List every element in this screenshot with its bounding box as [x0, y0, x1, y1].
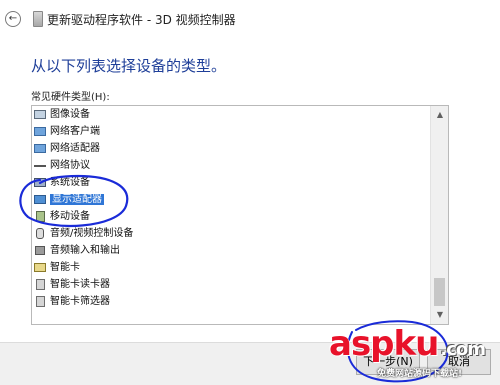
list-item[interactable]: 移动设备 [32, 208, 430, 225]
watermark-brand: asp [329, 324, 395, 364]
scrollbar-thumb[interactable] [434, 278, 445, 306]
list-item[interactable]: 网络协议 [32, 157, 430, 174]
audio-io-icon [35, 246, 45, 255]
smart-card-filter-icon [36, 296, 45, 307]
list-item-label: 音频输入和输出 [50, 245, 120, 256]
list-item-label: 音频/视频控制设备 [50, 228, 134, 239]
list-item[interactable]: 音频/视频控制设备 [32, 225, 430, 242]
list-item-label: 显示适配器 [50, 194, 104, 205]
list-item-label: 系统设备 [50, 177, 90, 188]
smart-card-reader-icon [36, 279, 45, 290]
device-icon [33, 11, 43, 27]
list-item-label: 图像设备 [50, 109, 90, 120]
back-arrow-icon[interactable]: ← [5, 11, 21, 27]
mobile-device-icon [36, 211, 45, 222]
list-item[interactable]: 智能卡 [32, 259, 430, 276]
watermark-tld: .com [440, 339, 486, 360]
list-item[interactable]: 音频输入和输出 [32, 242, 430, 259]
audio-video-controller-icon [36, 228, 44, 239]
smart-card-icon [34, 263, 46, 272]
list-item-label: 网络适配器 [50, 143, 100, 154]
list-item[interactable]: 智能卡筛选器 [32, 293, 430, 310]
list-item[interactable]: 网络适配器 [32, 140, 430, 157]
list-item-label: 智能卡 [50, 262, 80, 273]
list-item-label: 移动设备 [50, 211, 90, 222]
list-item[interactable]: 网络客户端 [32, 123, 430, 140]
hardware-type-list[interactable]: 图像设备 网络客户端 网络适配器 网络协议 系统设备 显示适配器 移动设备 音频… [31, 105, 449, 325]
list-item-label: 网络协议 [50, 160, 90, 171]
network-adapter-icon [34, 144, 46, 153]
list-item[interactable]: 图像设备 [32, 106, 430, 123]
network-client-icon [34, 127, 46, 136]
imaging-device-icon [34, 110, 46, 119]
list-item[interactable]: 智能卡读卡器 [32, 276, 430, 293]
scroll-up-icon[interactable]: ▲ [431, 106, 449, 124]
vertical-scrollbar[interactable]: ▲ ▼ [430, 106, 448, 324]
hardware-type-label: 常见硬件类型(H): [31, 92, 110, 103]
list-item-label: 智能卡读卡器 [50, 279, 110, 290]
watermark-logo: aspku .com [329, 324, 486, 364]
window-title: 更新驱动程序软件 - 3D 视频控制器 [47, 13, 236, 27]
list-item-label: 智能卡筛选器 [50, 296, 110, 307]
network-protocol-icon [34, 165, 46, 167]
list-rows: 图像设备 网络客户端 网络适配器 网络协议 系统设备 显示适配器 移动设备 音频… [32, 106, 430, 324]
scroll-down-icon[interactable]: ▼ [431, 306, 449, 324]
list-item-selected[interactable]: 显示适配器 [32, 191, 430, 208]
watermark-subtitle: 免费网站源码下载站! [377, 369, 463, 379]
page-heading: 从以下列表选择设备的类型。 [31, 57, 227, 75]
system-device-icon [34, 178, 46, 187]
watermark-brand-suffix: ku [393, 324, 440, 364]
list-item-label: 网络客户端 [50, 126, 100, 137]
title-bar: ← 更新驱动程序软件 - 3D 视频控制器 [0, 0, 500, 40]
display-adapter-icon [34, 195, 46, 204]
list-item[interactable]: 系统设备 [32, 174, 430, 191]
